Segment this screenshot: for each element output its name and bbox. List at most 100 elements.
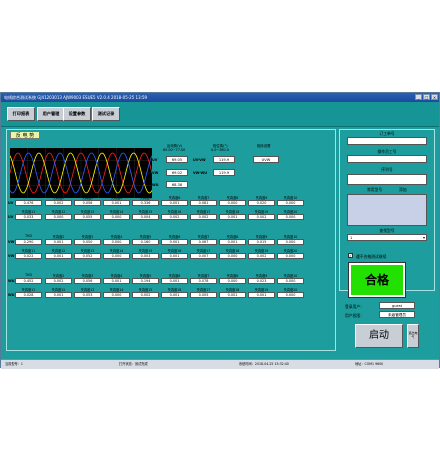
harmonic-header: THD	[25, 195, 32, 199]
harmonic-value: 0.020	[248, 200, 275, 206]
harmonic-value: 0.050	[74, 239, 101, 245]
emf-row-label: UV	[152, 158, 158, 162]
harmonic-value: 0.022	[15, 253, 42, 259]
emf-row-label: VW	[152, 171, 159, 175]
print-report-button[interactable]: 打印报表	[7, 107, 35, 121]
waveform-display	[10, 148, 152, 198]
close-button[interactable]: ×	[431, 94, 438, 100]
harmonic-value: 0.000	[219, 253, 246, 259]
harmonic-value: 0.015	[248, 239, 275, 245]
query-model-value: 1	[350, 236, 353, 240]
login-user-label: 登录用户：	[345, 304, 364, 309]
exit-button[interactable]: 退出电气	[407, 324, 419, 348]
harmonic-value: 0.000	[103, 239, 130, 245]
permission-label: 用户权限：	[345, 313, 364, 318]
maximize-button[interactable]: □	[423, 94, 430, 100]
harmonic-row-label: WU	[8, 293, 15, 297]
harmonic-value: 0.001	[161, 239, 188, 245]
status-port: 地址：COM1 9600	[355, 362, 384, 366]
harmonic-value: 0.476	[15, 200, 42, 206]
harmonic-value: 0.000	[103, 253, 130, 259]
result-indicator: 合格	[349, 263, 405, 297]
harmonic-value: 0.003	[132, 253, 159, 259]
chevron-down-icon: ▾	[422, 235, 425, 240]
serial-input[interactable]	[347, 174, 427, 185]
harmonic-value: 0.001	[103, 278, 130, 284]
harmonic-header: THD	[25, 273, 32, 277]
common-model-label: 常用型号	[367, 187, 383, 192]
section-label: 反 电 势	[10, 131, 40, 139]
test-records-button[interactable]: 测试记录	[92, 107, 120, 121]
harmonic-value: 0.000	[219, 278, 246, 284]
phase-order-header: 相序设置	[257, 144, 271, 148]
settings-button[interactable]: 设置参数	[63, 107, 91, 121]
harmonic-value: 0.001	[161, 200, 188, 206]
harmonic-value: 0.000	[103, 292, 130, 298]
main-window: 电线综合测试系统 GJ41203013 AJW9003 ESUE5 V2.0.4…	[0, 92, 440, 369]
start-button[interactable]: 启动	[355, 324, 403, 348]
continue-checkbox[interactable]: ✓	[348, 253, 353, 258]
phase-row-label: UV-VW	[193, 158, 206, 162]
harmonic-value: 0.002	[45, 278, 72, 284]
phase-value: 119.9	[213, 156, 235, 163]
user-management-button[interactable]: 用户管理	[37, 107, 65, 121]
harmonic-value: 0.336	[132, 200, 159, 206]
harmonic-value: 0.001	[103, 200, 130, 206]
harmonic-value: 0.000	[219, 200, 246, 206]
status-model: 当前型号：1	[5, 362, 23, 366]
harmonic-header: THD	[25, 234, 32, 238]
right-panel: 订工单号 操作员工号 序列号 常用型号 添加 查找型号 1 ▾ ✓ 遇不合格测试…	[339, 129, 435, 351]
harmonic-value: 0.002	[248, 214, 275, 220]
login-user-value: guest	[379, 302, 415, 309]
emf-value: 69.05	[166, 156, 188, 163]
harmonic-value: 0.067	[190, 239, 217, 245]
operator-input[interactable]	[347, 155, 427, 163]
query-model-select[interactable]: 1 ▾	[347, 234, 427, 241]
minimize-button[interactable]: _	[415, 94, 422, 100]
statusbar: 当前型号：1 打开状态：测试完成 系统时间：2018-04-25 15:32:4…	[1, 359, 439, 369]
harmonic-value: 0.001	[161, 278, 188, 284]
harmonic-value: 0.000	[277, 253, 304, 259]
status-state: 打开状态：测试完成	[119, 362, 148, 366]
harmonic-value: 0.004	[132, 214, 159, 220]
phase-order-field[interactable]: UVW	[253, 156, 279, 163]
harmonic-value: 0.001	[161, 253, 188, 259]
harmonic-value: 0.000	[277, 292, 304, 298]
status-time: 系统时间：2018-04-25 15:32:40	[239, 362, 289, 366]
harmonic-value: 0.000	[277, 214, 304, 220]
harmonic-row-label: WU	[8, 279, 15, 283]
harmonic-value: 0.000	[277, 200, 304, 206]
harmonic-value: 0.023	[248, 278, 275, 284]
harmonic-row-label: VW	[8, 240, 15, 244]
harmonic-value: 0.002	[132, 292, 159, 298]
harmonic-value: 0.081	[190, 200, 217, 206]
common-model-list[interactable]	[347, 194, 427, 226]
harmonic-value: 0.000	[45, 214, 72, 220]
window-titlebar: 电线综合测试系统 GJ41203013 AJW9003 ESUE5 V2.0.4…	[1, 93, 439, 102]
harmonic-value: 0.452	[15, 278, 42, 284]
phase-range: 0.0~360.0	[211, 148, 229, 152]
work-order-input[interactable]	[347, 137, 427, 145]
emf-value: 69.02	[166, 169, 188, 176]
harmonic-value: 0.001	[248, 292, 275, 298]
harmonic-value: 0.001	[161, 292, 188, 298]
harmonic-value: 0.002	[248, 253, 275, 259]
harmonic-value: 0.290	[15, 239, 42, 245]
toolbar: 打印报表 用户管理 设置参数 测试记录	[1, 102, 439, 127]
harmonic-value: 0.007	[190, 253, 217, 259]
phase-value: 119.9	[213, 169, 235, 176]
harmonic-value: 0.033	[15, 214, 42, 220]
harmonic-value: 0.001	[45, 239, 72, 245]
harmonic-value: 0.002	[45, 200, 72, 206]
harmonic-value: 0.001	[45, 292, 72, 298]
harmonic-value: 0.005	[190, 292, 217, 298]
harmonic-value: 0.001	[45, 253, 72, 259]
harmonic-value: 0.055	[74, 214, 101, 220]
harmonic-value: 0.052	[74, 253, 101, 259]
harmonic-row-label: UV	[8, 201, 14, 205]
add-model-button[interactable]: 添加	[399, 187, 407, 193]
harmonic-value: 0.028	[15, 292, 42, 298]
harmonic-value: 0.002	[190, 214, 217, 220]
harmonic-value: 0.001	[219, 214, 246, 220]
serial-label: 序列号	[381, 167, 393, 172]
